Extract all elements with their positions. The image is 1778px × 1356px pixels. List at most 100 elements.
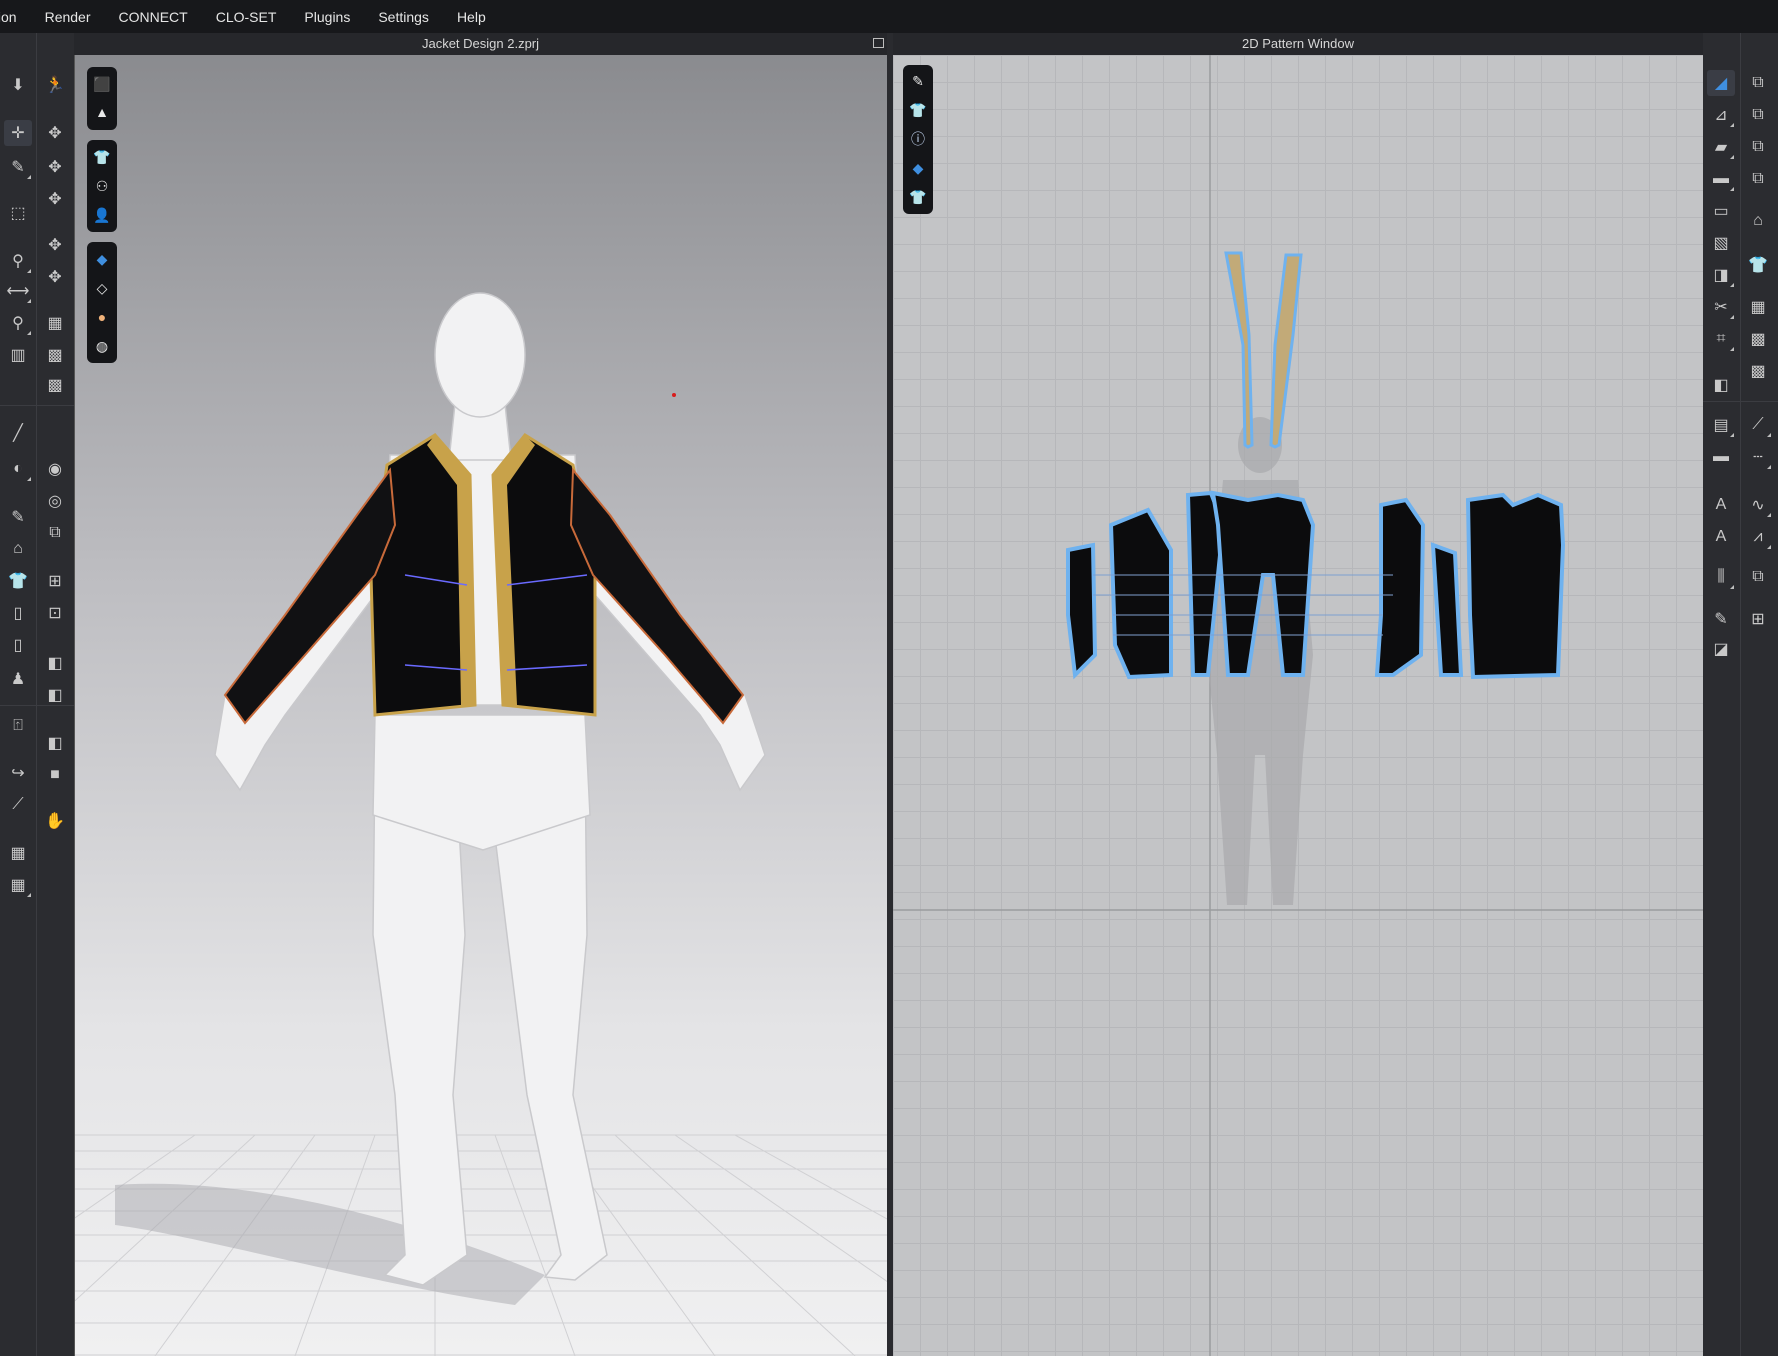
menu-item-render[interactable]: Render: [45, 9, 91, 25]
pattern-scene[interactable]: [893, 55, 1703, 1356]
stitch-edit-icon[interactable]: ⧉: [1744, 564, 1772, 590]
avatar-measure-icon[interactable]: ▯: [4, 632, 32, 658]
pin-tool-icon[interactable]: ✎: [4, 154, 32, 180]
menu-item-connect[interactable]: CONNECT: [119, 9, 188, 25]
grain-icon[interactable]: ▦: [1744, 294, 1772, 320]
fold-icon[interactable]: ✎: [1707, 606, 1735, 632]
edit-sewing-icon[interactable]: ⧉: [1744, 70, 1772, 96]
line-measure-icon[interactable]: ⟋: [1744, 412, 1772, 438]
menu-item-plugins[interactable]: Plugins: [304, 9, 350, 25]
fabric-grid-icon[interactable]: ▩: [41, 342, 69, 368]
shirt-display-icon[interactable]: 👕: [91, 146, 113, 168]
transform-icon[interactable]: ✥: [41, 232, 69, 258]
zigzag-stitch-icon[interactable]: ⩘: [1744, 524, 1772, 550]
tack-points-icon[interactable]: ✥: [41, 264, 69, 290]
shading-icon[interactable]: ◇: [91, 277, 113, 299]
rectangle-icon[interactable]: ▬: [1707, 166, 1735, 192]
hand-pin-icon[interactable]: ✋: [41, 808, 69, 834]
pen-icon[interactable]: ✎: [907, 70, 929, 92]
fold-arrangement-icon[interactable]: ◪: [1707, 636, 1735, 662]
checker-icon[interactable]: ▩: [41, 372, 69, 398]
pattern-grid-icon[interactable]: ▩: [1744, 358, 1772, 384]
garment-2d-icon[interactable]: 👕: [1744, 252, 1772, 278]
zipper-puller-icon[interactable]: ⊡: [41, 600, 69, 626]
zipper-slider-icon[interactable]: ⊞: [41, 568, 69, 594]
free-sewing-icon[interactable]: ⧉: [1744, 134, 1772, 160]
select-mesh-icon[interactable]: ✥: [41, 120, 69, 146]
zipper-icon[interactable]: ⧉: [41, 520, 69, 546]
fold-arrange-icon[interactable]: ◧: [1707, 372, 1735, 398]
avatar[interactable]: [214, 292, 766, 1286]
fabric-icon[interactable]: ◆: [907, 157, 929, 179]
segment-sewing-icon[interactable]: ⧉: [1744, 102, 1772, 128]
menu-item-clo-set[interactable]: CLO-SET: [216, 9, 277, 25]
garment-info-icon[interactable]: ▦: [4, 840, 32, 866]
garment-icon[interactable]: 👕: [907, 99, 929, 121]
shirt-sim-icon[interactable]: 👕: [4, 568, 32, 594]
fitting-icon[interactable]: ⍐: [4, 713, 32, 739]
arrange-tool-icon[interactable]: ✥: [41, 154, 69, 180]
garment-view-icon[interactable]: ▲: [91, 101, 113, 123]
ruler-icon[interactable]: ▤: [1707, 412, 1735, 438]
3d-viewport[interactable]: ⬛ ▲ 👕 ⚇ 👤 ◆ ◇ ● ◍: [74, 55, 887, 1356]
scissors-icon[interactable]: ✂: [1707, 294, 1735, 320]
internal-polygon-icon[interactable]: ▭: [1707, 198, 1735, 224]
hanger-icon[interactable]: ⌂: [4, 536, 32, 562]
curve-measure-icon[interactable]: ↪: [4, 760, 32, 786]
skin-icon[interactable]: ●: [91, 306, 113, 328]
elastic-icon[interactable]: ⊞: [1744, 606, 1772, 632]
tack-icon[interactable]: ⚲: [4, 248, 32, 274]
skin-offset-icon[interactable]: ▥: [4, 342, 32, 368]
globe-icon[interactable]: ◍: [91, 335, 113, 357]
menu-item-help[interactable]: Help: [457, 9, 486, 25]
seam-allowance-icon[interactable]: ▬: [1707, 444, 1735, 470]
avatar-display-icon[interactable]: 👤: [91, 204, 113, 226]
fold-tool-icon[interactable]: ✥: [41, 186, 69, 212]
shirt-list-icon[interactable]: 👕: [907, 186, 929, 208]
tape-measure-icon[interactable]: ⟋: [4, 792, 32, 818]
puckering-icon[interactable]: ✎: [4, 504, 32, 530]
polygon-icon[interactable]: ▰: [1707, 134, 1735, 160]
menu-item-simulation[interactable]: tion: [0, 9, 17, 25]
pattern-pieces[interactable]: [1066, 490, 1566, 680]
pants-icon[interactable]: ▯: [4, 600, 32, 626]
gradient-icon[interactable]: ◐: [4, 456, 32, 482]
info-icon[interactable]: ⓘ: [907, 128, 929, 150]
iron-icon[interactable]: ⌂: [1744, 208, 1772, 234]
text-edit-icon[interactable]: A: [1707, 524, 1735, 550]
mannequin-icon[interactable]: ♟: [4, 666, 32, 692]
move-gizmo-icon[interactable]: ✛: [4, 120, 32, 146]
measure-icon[interactable]: ⟷: [4, 278, 32, 304]
button-icon[interactable]: ◉: [41, 456, 69, 482]
garment-select-icon[interactable]: ⬚: [4, 200, 32, 226]
m-n-sewing-icon[interactable]: ⧉: [1744, 166, 1772, 192]
internal-rect-icon[interactable]: ▧: [1707, 230, 1735, 256]
needle-icon[interactable]: ╱: [4, 420, 32, 446]
menu-item-settings[interactable]: Settings: [378, 9, 429, 25]
dart-icon[interactable]: ◨: [1707, 262, 1735, 288]
trim-fill-icon[interactable]: ■: [41, 762, 69, 788]
dashed-line-icon[interactable]: ┄: [1744, 444, 1772, 470]
trim-icon[interactable]: ◧: [41, 650, 69, 676]
tile-icon[interactable]: ▩: [1744, 326, 1772, 352]
2d-pattern-canvas[interactable]: ✎ 👕 ⓘ ◆ 👕: [893, 55, 1703, 1356]
cube-view-icon[interactable]: ⬛: [91, 73, 113, 95]
3d-window-title-bar: Jacket Design 2.zprj: [74, 33, 887, 55]
edit-point-icon[interactable]: ⊿: [1707, 102, 1735, 128]
pleat-icon[interactable]: ⫼: [1707, 564, 1735, 590]
down-arrow-icon[interactable]: ⬇: [4, 72, 32, 98]
texture-edit-icon[interactable]: ▦: [41, 310, 69, 336]
trim-select-icon[interactable]: ◧: [41, 730, 69, 756]
text-tool-icon[interactable]: A: [1707, 492, 1735, 518]
garment-measure-icon[interactable]: ▦: [4, 872, 32, 898]
3d-scene[interactable]: [75, 55, 887, 1356]
notch-icon[interactable]: ⌗: [1707, 326, 1735, 352]
buttonhole-icon[interactable]: ◎: [41, 488, 69, 514]
strap-icon[interactable]: ⚲: [4, 310, 32, 336]
avatar-pose-icon[interactable]: 🏃: [41, 72, 69, 98]
fabric-render-icon[interactable]: ◆: [91, 248, 113, 270]
trims-display-icon[interactable]: ⚇: [91, 175, 113, 197]
transform-pattern-icon[interactable]: ◢: [1707, 70, 1735, 96]
restore-window-icon[interactable]: [873, 38, 884, 48]
topstitch-icon[interactable]: ∿: [1744, 492, 1772, 518]
